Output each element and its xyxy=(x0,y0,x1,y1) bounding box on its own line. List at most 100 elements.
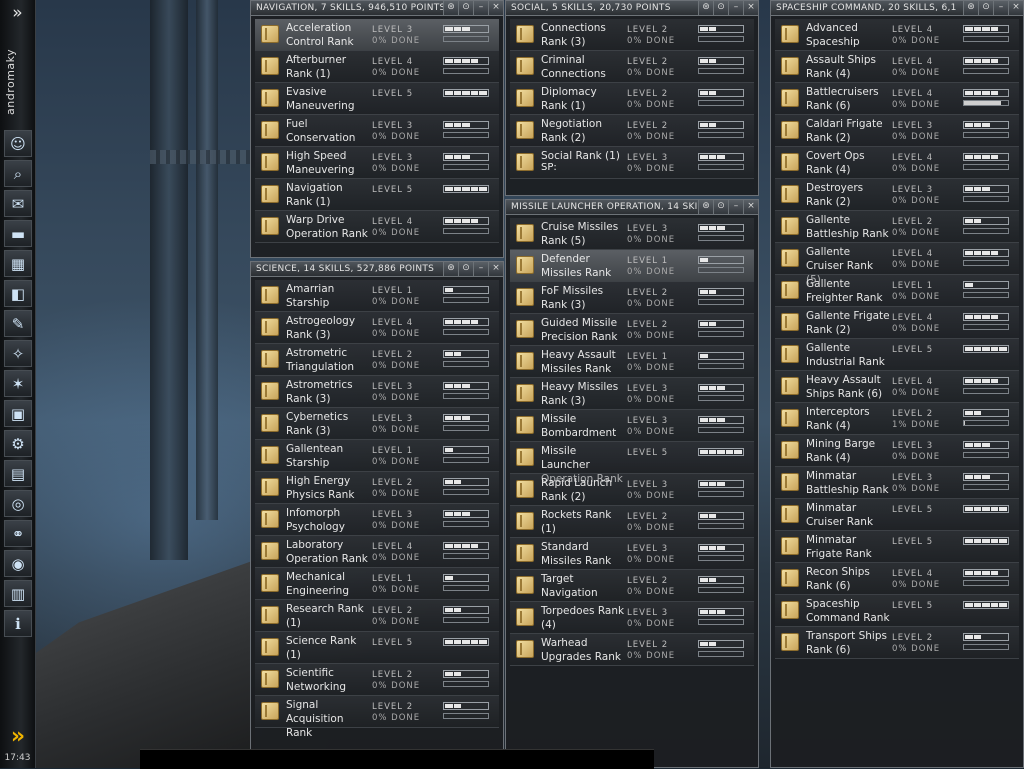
options-icon[interactable]: ⊙ xyxy=(458,262,473,276)
journal-icon[interactable]: ✎ xyxy=(4,310,32,337)
close-icon[interactable]: × xyxy=(1008,1,1023,15)
skill-row[interactable]: Astrometric TriangulationLEVEL 20% DONE xyxy=(255,344,499,376)
pin-icon[interactable]: ⊛ xyxy=(698,200,713,214)
browser-icon[interactable]: ◉ xyxy=(4,550,32,577)
pin-icon[interactable]: ⊛ xyxy=(443,262,458,276)
skill-row[interactable]: Amarrian StarshipLEVEL 10% DONE xyxy=(255,280,499,312)
skill-row[interactable]: Gallente Frigate Rank (2)LEVEL 40% DONE xyxy=(775,307,1019,339)
skill-row[interactable]: Negotiation Rank (2)LEVEL 20% DONE xyxy=(510,115,754,147)
wallet-icon[interactable]: ▤ xyxy=(4,460,32,487)
spaceship-command-skills-window[interactable]: SPACESHIP COMMAND, 20 SKILLS, 6,1⊛⊙–× Adv… xyxy=(770,0,1024,768)
skill-row[interactable]: Criminal ConnectionsLEVEL 20% DONE xyxy=(510,51,754,83)
pin-icon[interactable]: ⊛ xyxy=(963,1,978,15)
skill-row[interactable]: Rockets Rank (1)LEVEL 20% DONE xyxy=(510,506,754,538)
skill-row[interactable]: FoF Missiles Rank (3)LEVEL 20% DONE xyxy=(510,282,754,314)
skill-row[interactable]: Social Rank (1)SP:LEVEL 30% DONE xyxy=(510,147,754,179)
skill-row[interactable]: Infomorph PsychologyLEVEL 30% DONE xyxy=(255,504,499,536)
skill-row[interactable]: Missile BombardmentLEVEL 30% DONE xyxy=(510,410,754,442)
skill-row[interactable]: Interceptors Rank (4)LEVEL 21% DONE xyxy=(775,403,1019,435)
options-icon[interactable]: ⊙ xyxy=(978,1,993,15)
close-icon[interactable]: × xyxy=(488,1,503,15)
science-industry-icon[interactable]: ⚙ xyxy=(4,430,32,457)
skill-row[interactable]: Target NavigationLEVEL 20% DONE xyxy=(510,570,754,602)
options-icon[interactable]: ⊙ xyxy=(713,200,728,214)
skill-row[interactable]: Gallentean StarshipLEVEL 10% DONE xyxy=(255,440,499,472)
close-icon[interactable]: × xyxy=(488,262,503,276)
window-titlebar[interactable]: SOCIAL, 5 SKILLS, 20,730 POINTS⊛⊙–× xyxy=(506,1,758,16)
mail-icon[interactable]: ✉ xyxy=(4,190,32,217)
window-titlebar[interactable]: MISSILE LAUNCHER OPERATION, 14 SKILLS⊛⊙–… xyxy=(506,200,758,215)
skill-row[interactable]: Gallente Industrial RankLEVEL 5 xyxy=(775,339,1019,371)
window-titlebar[interactable]: SPACESHIP COMMAND, 20 SKILLS, 6,1⊛⊙–× xyxy=(771,1,1023,16)
close-icon[interactable]: × xyxy=(743,1,758,15)
skill-row[interactable]: High Speed ManeuveringLEVEL 30% DONE xyxy=(255,147,499,179)
neocom-expand-icon[interactable]: » xyxy=(3,724,33,750)
missile-launcher-skills-window[interactable]: MISSILE LAUNCHER OPERATION, 14 SKILLS⊛⊙–… xyxy=(505,199,759,768)
minimize-icon[interactable]: – xyxy=(993,1,1008,15)
social-skills-window[interactable]: SOCIAL, 5 SKILLS, 20,730 POINTS⊛⊙–× Conne… xyxy=(505,0,759,196)
options-icon[interactable]: ⊙ xyxy=(713,1,728,15)
skill-row[interactable]: Heavy Assault Missiles RankLEVEL 10% DON… xyxy=(510,346,754,378)
window-titlebar[interactable]: SCIENCE, 14 SKILLS, 527,886 POINTS⊛⊙–× xyxy=(251,262,503,277)
window-titlebar[interactable]: NAVIGATION, 7 SKILLS, 946,510 POINTS⊛⊙–× xyxy=(251,1,503,16)
skill-row[interactable]: Advanced SpaceshipLEVEL 40% DONE xyxy=(775,19,1019,51)
skill-row[interactable]: Laboratory Operation RankLEVEL 40% DONE xyxy=(255,536,499,568)
skill-row[interactable]: Warp Drive Operation RankLEVEL 40% DONE xyxy=(255,211,499,243)
minimize-icon[interactable]: – xyxy=(728,200,743,214)
skill-row[interactable]: Standard Missiles RankLEVEL 30% DONE xyxy=(510,538,754,570)
skill-row[interactable]: Warhead Upgrades RankLEVEL 20% DONE xyxy=(510,634,754,666)
skill-row[interactable]: Covert Ops Rank (4)LEVEL 40% DONE xyxy=(775,147,1019,179)
skill-row[interactable]: Transport Ships Rank (6)LEVEL 20% DONE xyxy=(775,627,1019,659)
skill-row[interactable]: Destroyers Rank (2)LEVEL 30% DONE xyxy=(775,179,1019,211)
character-sheet-icon[interactable]: ☺ xyxy=(4,130,32,157)
options-icon[interactable]: ⊙ xyxy=(458,1,473,15)
skill-row[interactable]: Minmatar Battleship RankLEVEL 30% DONE xyxy=(775,467,1019,499)
info-icon[interactable]: ℹ xyxy=(4,610,32,637)
skill-row[interactable]: Guided Missile Precision RankLEVEL 20% D… xyxy=(510,314,754,346)
minimize-icon[interactable]: – xyxy=(473,1,488,15)
assets-icon[interactable]: ▦ xyxy=(4,250,32,277)
skill-row[interactable]: Gallente Cruiser Rank (5)LEVEL 40% DONE xyxy=(775,243,1019,275)
skill-row[interactable]: Mechanical EngineeringLEVEL 10% DONE xyxy=(255,568,499,600)
skill-row[interactable]: Gallente Battleship RankLEVEL 20% DONE xyxy=(775,211,1019,243)
skill-row[interactable]: Signal Acquisition RankLEVEL 20% DONE xyxy=(255,696,499,728)
skill-row[interactable]: Connections Rank (3)LEVEL 20% DONE xyxy=(510,19,754,51)
skill-row[interactable]: Fuel ConservationLEVEL 30% DONE xyxy=(255,115,499,147)
market-icon[interactable]: ◧ xyxy=(4,280,32,307)
minimize-icon[interactable]: – xyxy=(473,262,488,276)
skill-row[interactable]: Mining Barge Rank (4)LEVEL 30% DONE xyxy=(775,435,1019,467)
skill-row[interactable]: Science Rank (1)LEVEL 5 xyxy=(255,632,499,664)
ship-hangar-icon[interactable]: ▣ xyxy=(4,400,32,427)
skill-row[interactable]: Navigation Rank (1)LEVEL 5 xyxy=(255,179,499,211)
news-icon[interactable]: ▥ xyxy=(4,580,32,607)
help-icon[interactable]: ◎ xyxy=(4,490,32,517)
skill-row[interactable]: Research Rank (1)LEVEL 20% DONE xyxy=(255,600,499,632)
skill-row[interactable]: Defender Missiles RankLEVEL 10% DONE xyxy=(510,250,754,282)
pin-icon[interactable]: ⊛ xyxy=(443,1,458,15)
skill-row[interactable]: Acceleration Control RankLEVEL 30% DONE xyxy=(255,19,499,51)
neocom-toggle-button[interactable]: » xyxy=(0,0,35,28)
corporation-icon[interactable]: ✶ xyxy=(4,370,32,397)
pin-icon[interactable]: ⊛ xyxy=(698,1,713,15)
skill-row[interactable]: Cybernetics Rank (3)LEVEL 30% DONE xyxy=(255,408,499,440)
skill-row[interactable]: Heavy Assault Ships Rank (6)LEVEL 40% DO… xyxy=(775,371,1019,403)
minimize-icon[interactable]: – xyxy=(728,1,743,15)
skill-row[interactable]: Heavy Missiles Rank (3)LEVEL 30% DONE xyxy=(510,378,754,410)
skill-row[interactable]: Astrogeology Rank (3)LEVEL 40% DONE xyxy=(255,312,499,344)
people-places-icon[interactable]: ⌕ xyxy=(4,160,32,187)
skill-row[interactable]: Assault Ships Rank (4)LEVEL 40% DONE xyxy=(775,51,1019,83)
chat-input-bar[interactable] xyxy=(140,749,654,769)
skill-row[interactable]: Missile Launcher Operation RankLEVEL 5 xyxy=(510,442,754,474)
skill-row[interactable]: Cruise Missiles Rank (5)LEVEL 30% DONE xyxy=(510,218,754,250)
fitting-icon[interactable]: ⚭ xyxy=(4,520,32,547)
science-skills-window[interactable]: SCIENCE, 14 SKILLS, 527,886 POINTS⊛⊙–× Am… xyxy=(250,261,504,768)
close-icon[interactable]: × xyxy=(743,200,758,214)
skill-row[interactable]: Battlecruisers Rank (6)LEVEL 40% DONE xyxy=(775,83,1019,115)
skill-row[interactable]: Spaceship Command RankLEVEL 5 xyxy=(775,595,1019,627)
skill-row[interactable]: Caldari Frigate Rank (2)LEVEL 30% DONE xyxy=(775,115,1019,147)
skill-row[interactable]: Afterburner Rank (1)LEVEL 40% DONE xyxy=(255,51,499,83)
skill-row[interactable]: Recon Ships Rank (6)LEVEL 40% DONE xyxy=(775,563,1019,595)
navigation-skills-window[interactable]: NAVIGATION, 7 SKILLS, 946,510 POINTS⊛⊙–×… xyxy=(250,0,504,258)
skill-row[interactable]: Rapid Launch Rank (2)LEVEL 30% DONE xyxy=(510,474,754,506)
skill-row[interactable]: Minmatar Frigate RankLEVEL 5 xyxy=(775,531,1019,563)
